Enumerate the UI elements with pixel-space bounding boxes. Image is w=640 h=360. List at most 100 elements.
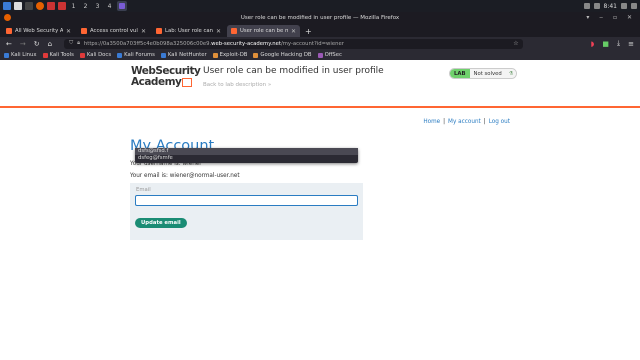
home-icon[interactable]: ⌂ xyxy=(48,40,52,48)
back-arrow-icon[interactable]: ← xyxy=(6,40,12,48)
tab-label: User role can be modifie xyxy=(240,28,288,34)
toolbar-extensions: ◗ ■ ⤓ ≡ xyxy=(591,39,634,48)
network-icon[interactable] xyxy=(583,3,590,9)
flask-icon: ⚗ xyxy=(505,69,517,78)
menu-hamburger-icon[interactable]: ≡ xyxy=(628,40,634,48)
url-prefix: https://0a3500a703ff5c4e0b098a325006c00e… xyxy=(83,40,212,47)
autocomplete-dropdown: dsfs@sfsd.f dsfeg@fsmfe xyxy=(135,148,358,163)
email-text: Your email is: wiener@normal-user.net xyxy=(130,173,240,179)
tab-strip: All Web Security Academ ✕ Access control… xyxy=(0,23,640,37)
bookmark-star-icon[interactable]: ☆ xyxy=(513,40,518,47)
close-tab-icon[interactable]: ✕ xyxy=(216,28,221,35)
bookmark-exploit-db[interactable]: Exploit-DB xyxy=(212,52,248,58)
window-controls[interactable]: ▾ ‒ ▫ ✕ xyxy=(586,14,636,21)
offsec-icon xyxy=(317,52,323,58)
bookmark-offsec[interactable]: OffSec xyxy=(317,52,342,58)
volume-icon[interactable] xyxy=(593,3,600,9)
exploit-db-icon xyxy=(212,52,218,58)
my-account-link[interactable]: My account xyxy=(448,119,481,125)
bookmark-kali-docs[interactable]: Kali Docs xyxy=(79,52,111,58)
browser-tab[interactable]: Lab: User role can be mo ✕ xyxy=(152,25,225,37)
ghdb-icon xyxy=(253,52,259,58)
logout-link[interactable]: Log out xyxy=(489,119,510,125)
workspace-3[interactable]: 3 xyxy=(93,3,102,10)
kali-icon xyxy=(4,52,9,58)
firefox-icon[interactable] xyxy=(36,2,44,10)
clock[interactable]: 8:41 xyxy=(604,3,617,10)
shield-icon[interactable]: ⛉ xyxy=(69,40,73,47)
browser-tab[interactable]: Access control vulnerabil ✕ xyxy=(77,25,150,37)
portswigger-favicon-icon xyxy=(231,28,237,34)
new-tab-icon[interactable]: + xyxy=(302,25,315,37)
nav-separator: | xyxy=(483,119,486,125)
active-window-icon[interactable] xyxy=(117,1,127,11)
bookmark-google-hacking-db[interactable]: Google Hacking DB xyxy=(253,52,312,58)
lock-icon[interactable] xyxy=(621,3,627,9)
workspace-1[interactable]: 1 xyxy=(69,3,78,10)
bookmark-kali-tools[interactable]: Kali Tools xyxy=(42,52,74,58)
close-tab-icon[interactable]: ✕ xyxy=(141,28,146,35)
window-title: User role can be modified in user profil… xyxy=(240,14,400,21)
bookmark-kali-linux[interactable]: Kali Linux xyxy=(4,52,37,58)
update-email-button[interactable]: Update email xyxy=(135,218,187,228)
address-bar[interactable]: ⛉ 🔒︎ https://0a3500a703ff5c4e0b098a32500… xyxy=(64,38,523,49)
bookmark-label: Exploit-DB xyxy=(219,52,248,58)
tab-label: Lab: User role can be mo xyxy=(165,28,213,34)
url-path: /my-account?id=wiener xyxy=(280,40,344,47)
kali-tools-icon xyxy=(42,52,48,58)
firefox-icon xyxy=(4,14,11,21)
extension-icon[interactable]: ■ xyxy=(602,40,609,48)
bookmark-label: Kali Linux xyxy=(11,52,37,58)
power-icon[interactable] xyxy=(631,3,637,9)
change-email-form: Email Update email xyxy=(130,183,363,240)
logo-mark-icon xyxy=(182,78,193,87)
lab-status-widget: LAB Not solved ⚗ xyxy=(449,68,518,79)
files-icon[interactable] xyxy=(14,2,22,10)
terminal-icon[interactable] xyxy=(25,2,33,10)
close-tab-icon[interactable]: ✕ xyxy=(66,28,71,35)
workspace-2[interactable]: 2 xyxy=(81,3,90,10)
email-label: Email xyxy=(136,187,151,193)
web-security-academy-logo[interactable]: WebSecurity Academy xyxy=(131,66,201,88)
back-to-lab-description-link[interactable]: Back to lab description » xyxy=(203,82,271,88)
chevron-right-icon: » xyxy=(267,82,272,88)
header-divider xyxy=(0,106,640,108)
autocomplete-item[interactable]: dsfs@sfsd.f xyxy=(135,148,358,155)
workspace-4[interactable]: 4 xyxy=(105,3,114,10)
autocomplete-item[interactable]: dsfeg@fsmfe xyxy=(135,155,358,162)
nethunter-icon xyxy=(160,52,166,58)
pocket-icon[interactable]: ◗ xyxy=(591,40,595,48)
portswigger-favicon-icon xyxy=(6,28,12,34)
tab-label: All Web Security Academ xyxy=(15,28,63,34)
close-tab-icon[interactable]: ✕ xyxy=(291,28,296,35)
reload-icon[interactable]: ↻ xyxy=(34,40,40,48)
portswigger-favicon-icon xyxy=(81,28,87,34)
kali-docs-icon xyxy=(79,52,85,58)
downloads-icon[interactable]: ⤓ xyxy=(617,39,620,48)
navigation-toolbar: ← → ↻ ⌂ ⛉ 🔒︎ https://0a3500a703ff5c4e0b0… xyxy=(0,37,640,50)
tab-label: Access control vulnerabil xyxy=(90,28,138,34)
bookmark-kali-forums[interactable]: Kali Forums xyxy=(117,52,155,58)
bookmark-kali-nethunter[interactable]: Kali NetHunter xyxy=(160,52,207,58)
lab-title: User role can be modified in user profil… xyxy=(203,66,384,76)
bookmarks-toolbar: Kali Linux Kali Tools Kali Docs Kali For… xyxy=(0,50,640,60)
home-link[interactable]: Home xyxy=(423,119,440,125)
bookmark-label: Kali Tools xyxy=(49,52,74,58)
bookmark-label: Kali NetHunter xyxy=(167,52,207,58)
app-icon[interactable] xyxy=(58,2,66,10)
app-icon[interactable] xyxy=(47,2,55,10)
url-host: web-security-academy.net xyxy=(211,40,281,47)
page-content: WebSecurity Academy User role can be mod… xyxy=(0,60,640,360)
window-titlebar: User role can be modified in user profil… xyxy=(0,12,640,23)
lab-badge: LAB xyxy=(450,69,470,78)
menu-icon[interactable] xyxy=(3,2,11,10)
bookmark-label: Kali Forums xyxy=(124,52,155,58)
forward-arrow-icon[interactable]: → xyxy=(20,40,26,48)
browser-tab[interactable]: All Web Security Academ ✕ xyxy=(2,25,75,37)
bookmark-label: OffSec xyxy=(324,52,342,58)
lock-icon[interactable]: 🔒︎ xyxy=(77,40,80,47)
system-taskbar: 1 2 3 4 8:41 xyxy=(0,0,640,12)
account-nav: Home | My account | Log out xyxy=(423,119,510,125)
browser-tab-active[interactable]: User role can be modifie ✕ xyxy=(227,25,300,37)
email-input[interactable] xyxy=(135,195,358,206)
